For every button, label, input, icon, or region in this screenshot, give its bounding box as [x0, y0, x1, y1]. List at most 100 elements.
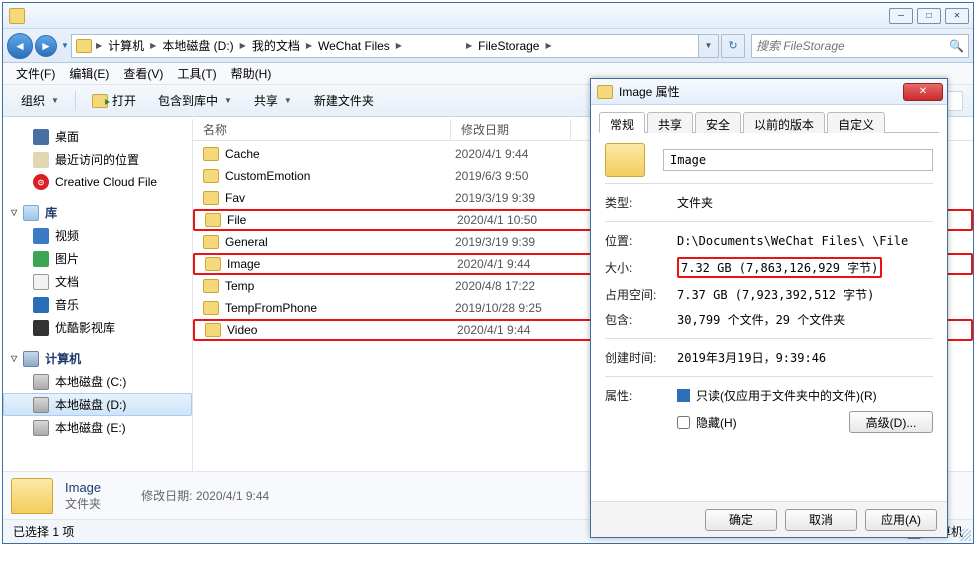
- file-name: File: [227, 213, 457, 227]
- nav-desktop[interactable]: 桌面: [3, 125, 192, 148]
- video-icon: [33, 228, 49, 244]
- file-date: 2020/4/8 17:22: [455, 279, 535, 293]
- chevron-right-icon[interactable]: ▶: [464, 41, 474, 50]
- dialog-titlebar[interactable]: Image 属性 ✕: [591, 79, 947, 105]
- folder-icon: [203, 191, 219, 205]
- tree-collapse-icon: ▽: [11, 354, 17, 363]
- share-button[interactable]: 共享▼: [246, 89, 300, 112]
- minimize-button[interactable]: —: [889, 8, 913, 24]
- nav-disk-c[interactable]: 本地磁盘 (C:): [3, 370, 192, 393]
- creative-cloud-icon: ⊙: [33, 174, 49, 190]
- chevron-right-icon[interactable]: ▶: [148, 41, 158, 50]
- breadcrumb-item[interactable]: FileStorage: [474, 39, 543, 53]
- nav-history-dropdown[interactable]: ▼: [59, 33, 71, 59]
- chevron-down-icon: ▼: [284, 96, 292, 105]
- file-date: 2019/10/28 9:25: [455, 301, 542, 315]
- menu-tools[interactable]: 工具(T): [170, 65, 223, 82]
- file-date: 2019/3/19 9:39: [455, 191, 535, 205]
- file-name: General: [225, 235, 455, 249]
- tab-sharing[interactable]: 共享: [647, 112, 693, 133]
- menu-help[interactable]: 帮助(H): [224, 65, 279, 82]
- prop-size-label: 大小:: [605, 259, 677, 276]
- folder-icon: [203, 279, 219, 293]
- resize-grip[interactable]: [959, 529, 971, 541]
- hidden-checkbox[interactable]: [677, 416, 690, 429]
- tab-general[interactable]: 常规: [599, 112, 645, 133]
- breadcrumb-item[interactable]: 我的文档: [248, 37, 304, 54]
- prop-location-label: 位置:: [605, 232, 677, 249]
- prop-size-value: 7.32 GB (7,863,126,929 字节): [677, 257, 882, 278]
- file-name: TempFromPhone: [225, 301, 455, 315]
- nav-computer-header[interactable]: ▽计算机: [3, 347, 192, 370]
- breadcrumb-dropdown[interactable]: ▼: [699, 34, 719, 58]
- nav-back-button[interactable]: ◄: [7, 33, 33, 59]
- folder-icon: [205, 323, 221, 337]
- nav-youku[interactable]: 优酷影视库: [3, 316, 192, 339]
- nav-documents[interactable]: 文档: [3, 270, 192, 293]
- tab-customize[interactable]: 自定义: [827, 112, 885, 133]
- breadcrumb-item[interactable]: WeChat Files: [314, 39, 394, 53]
- nav-pictures[interactable]: 图片: [3, 247, 192, 270]
- folder-icon: [205, 257, 221, 271]
- disk-icon: [33, 374, 49, 390]
- chevron-right-icon[interactable]: ▶: [304, 41, 314, 50]
- breadcrumb-item[interactable]: 本地磁盘 (D:): [158, 37, 237, 54]
- open-button[interactable]: 打开: [84, 89, 144, 112]
- chevron-right-icon[interactable]: ▶: [238, 41, 248, 50]
- navigation-pane[interactable]: 桌面 最近访问的位置 ⊙Creative Cloud File ▽库 视频 图片…: [3, 119, 193, 479]
- menu-file[interactable]: 文件(F): [9, 65, 62, 82]
- refresh-button[interactable]: ↻: [721, 34, 745, 58]
- nav-recent[interactable]: 最近访问的位置: [3, 148, 192, 171]
- detail-modified: 修改日期: 2020/4/1 9:44: [141, 487, 269, 504]
- readonly-checkbox[interactable]: [677, 389, 690, 402]
- file-date: 2019/6/3 9:50: [455, 169, 528, 183]
- nav-creative-cloud[interactable]: ⊙Creative Cloud File: [3, 171, 192, 193]
- file-name: CustomEmotion: [225, 169, 455, 183]
- menu-edit[interactable]: 编辑(E): [62, 65, 116, 82]
- dialog-close-button[interactable]: ✕: [903, 83, 943, 101]
- file-name: Fav: [225, 191, 455, 205]
- include-in-library-button[interactable]: 包含到库中▼: [150, 89, 240, 112]
- pictures-icon: [33, 251, 49, 267]
- close-button[interactable]: ✕: [945, 8, 969, 24]
- breadcrumb[interactable]: ▶ 计算机 ▶ 本地磁盘 (D:) ▶ 我的文档 ▶ WeChat Files …: [71, 34, 699, 58]
- nav-music[interactable]: 音乐: [3, 293, 192, 316]
- folder-icon: [605, 143, 645, 177]
- nav-forward-button[interactable]: ►: [35, 35, 57, 57]
- breadcrumb-item[interactable]: 计算机: [104, 37, 148, 54]
- tab-previous-versions[interactable]: 以前的版本: [743, 112, 825, 133]
- search-icon: 🔍: [949, 39, 964, 53]
- tab-strip: 常规 共享 安全 以前的版本 自定义: [599, 111, 939, 133]
- search-box[interactable]: 🔍: [751, 34, 969, 58]
- chevron-right-icon[interactable]: ▶: [94, 41, 104, 50]
- chevron-right-icon[interactable]: ▶: [394, 41, 404, 50]
- nav-disk-d[interactable]: 本地磁盘 (D:): [3, 393, 192, 416]
- advanced-button[interactable]: 高级(D)...: [849, 411, 933, 433]
- dialog-button-row: 确定 取消 应用(A): [591, 501, 947, 537]
- maximize-button[interactable]: ☐: [917, 8, 941, 24]
- menu-view[interactable]: 查看(V): [116, 65, 170, 82]
- search-input[interactable]: [756, 39, 949, 53]
- cancel-button[interactable]: 取消: [785, 509, 857, 531]
- nav-videos[interactable]: 视频: [3, 224, 192, 247]
- address-bar: ◄ ► ▼ ▶ 计算机 ▶ 本地磁盘 (D:) ▶ 我的文档 ▶ WeChat …: [3, 29, 973, 63]
- file-date: 2020/4/1 9:44: [457, 257, 530, 271]
- new-folder-button[interactable]: 新建文件夹: [306, 89, 382, 112]
- ok-button[interactable]: 确定: [705, 509, 777, 531]
- file-date: 2020/4/1 9:44: [457, 323, 530, 337]
- chevron-right-icon[interactable]: ▶: [543, 41, 553, 50]
- file-date: 2019/3/19 9:39: [455, 235, 535, 249]
- chevron-down-icon: ▼: [224, 96, 232, 105]
- column-name[interactable]: 名称: [193, 119, 451, 140]
- disk-icon: [33, 420, 49, 436]
- readonly-label: 只读(仅应用于文件夹中的文件)(R): [696, 387, 877, 404]
- apply-button[interactable]: 应用(A): [865, 509, 937, 531]
- recent-icon: [33, 152, 49, 168]
- folder-name-input[interactable]: [663, 149, 933, 171]
- tab-security[interactable]: 安全: [695, 112, 741, 133]
- organize-button[interactable]: 组织▼: [13, 89, 67, 112]
- window-titlebar[interactable]: — ☐ ✕: [3, 3, 973, 29]
- nav-libraries-header[interactable]: ▽库: [3, 201, 192, 224]
- nav-disk-e[interactable]: 本地磁盘 (E:): [3, 416, 192, 439]
- column-date[interactable]: 修改日期: [451, 119, 571, 140]
